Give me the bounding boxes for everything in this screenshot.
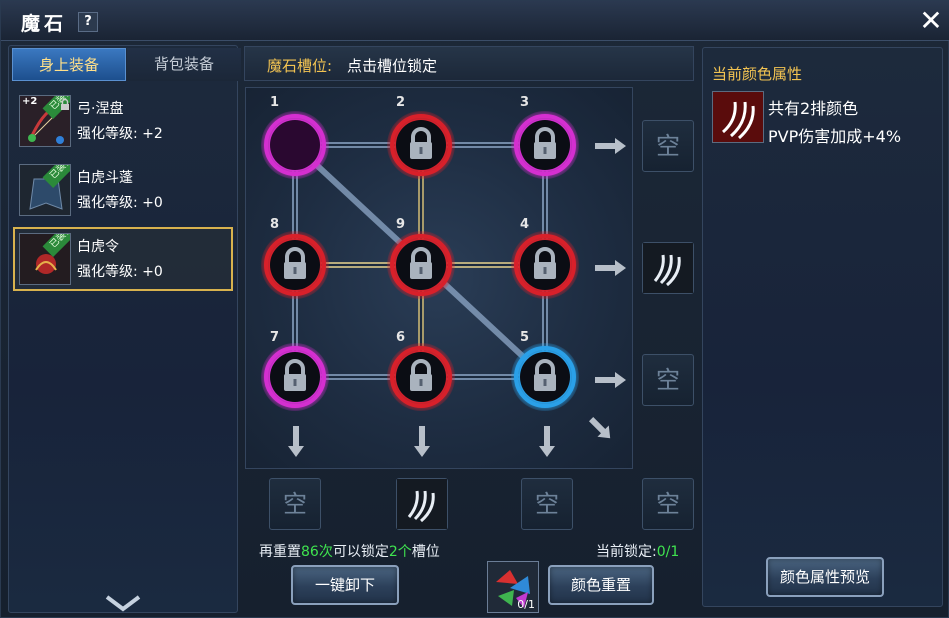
- equipment-item-bow[interactable]: 已装备 +2 弓·涅盘 强化等级: +2: [13, 89, 233, 153]
- tab-equipped[interactable]: 身上装备: [12, 48, 126, 81]
- reset-status-text: 再重置86次可以锁定2个槽位: [259, 544, 440, 560]
- slot-number: 1: [270, 95, 280, 110]
- slot-6[interactable]: [385, 341, 457, 413]
- col-result-empty: 空: [521, 478, 573, 530]
- equipment-item-token[interactable]: 已装备 白虎令 强化等级: +0: [13, 227, 233, 291]
- arrow-diagonal-icon: [588, 416, 611, 439]
- slot-7[interactable]: [259, 341, 331, 413]
- color-preview-button[interactable]: 颜色属性预览: [766, 557, 884, 597]
- col-result-slash-icon: [396, 478, 448, 530]
- color-attributes-title: 当前颜色属性: [712, 65, 803, 83]
- arrow-down-icon: [288, 426, 304, 457]
- col-result-empty: 空: [269, 478, 321, 530]
- diag-result-empty: 空: [642, 478, 694, 530]
- row-result-empty: 空: [642, 120, 694, 172]
- attribute-slash-icon: [712, 91, 764, 143]
- arrow-down-icon: [539, 426, 555, 457]
- color-reset-button[interactable]: 颜色重置: [548, 565, 654, 605]
- enhance-level-badge: +2: [22, 96, 38, 107]
- arrow-right-icon: [595, 138, 626, 154]
- slot-9[interactable]: [385, 229, 457, 301]
- row-result-slash-icon: [642, 242, 694, 294]
- lock-icon: [60, 95, 70, 110]
- slot-2[interactable]: [385, 109, 457, 181]
- equipment-name: 白虎斗蓬: [77, 170, 133, 186]
- equipment-level: 强化等级: +0: [77, 264, 163, 280]
- cloak-icon: 已装备: [19, 164, 71, 216]
- window-title: 魔石: [21, 13, 68, 35]
- equipment-name: 白虎令: [77, 239, 119, 255]
- slot-1[interactable]: [259, 109, 331, 181]
- arrow-right-icon: [595, 372, 626, 388]
- token-icon: 已装备: [19, 233, 71, 285]
- equipment-name: 弓·涅盘: [77, 101, 124, 117]
- slot-3[interactable]: [509, 109, 581, 181]
- attribute-line: 共有2排颜色: [768, 99, 859, 118]
- magic-stone-window: 魔石 ? ✕ 身上装备 背包装备 已装备 +2 弓·涅盘 强化等级: +2 已装…: [0, 0, 949, 618]
- help-button[interactable]: ?: [78, 12, 98, 32]
- slot-number: 3: [520, 95, 530, 110]
- row-result-empty: 空: [642, 354, 694, 406]
- close-button[interactable]: ✕: [918, 7, 944, 35]
- equipment-level: 强化等级: +0: [77, 195, 163, 211]
- slots-label: 魔石槽位:: [267, 57, 333, 75]
- slots-hint: 点击槽位锁定: [347, 57, 438, 75]
- slot-number: 2: [396, 95, 406, 110]
- unload-all-button[interactable]: 一键卸下: [291, 565, 399, 605]
- slot-8[interactable]: [259, 229, 331, 301]
- equipment-item-cloak[interactable]: 已装备 白虎斗蓬 强化等级: +0: [13, 158, 233, 222]
- slots-header: 魔石槽位: 点击槽位锁定: [244, 46, 694, 81]
- equipment-level: 强化等级: +2: [77, 126, 163, 142]
- tab-bag[interactable]: 背包装备: [127, 48, 241, 81]
- slot-4[interactable]: [509, 229, 581, 301]
- current-lock-status: 当前锁定:0/1: [596, 544, 680, 560]
- color-reset-item-icon[interactable]: 0/1: [487, 561, 539, 613]
- arrow-right-icon: [595, 260, 626, 276]
- attribute-line: PVP伤害加成+4%: [768, 127, 902, 146]
- slot-5[interactable]: [509, 341, 581, 413]
- scroll-down-icon[interactable]: [105, 595, 141, 613]
- item-count: 0/1: [517, 598, 535, 611]
- arrow-down-icon: [414, 426, 430, 457]
- title-bar: 魔石 ? ✕: [1, 1, 949, 41]
